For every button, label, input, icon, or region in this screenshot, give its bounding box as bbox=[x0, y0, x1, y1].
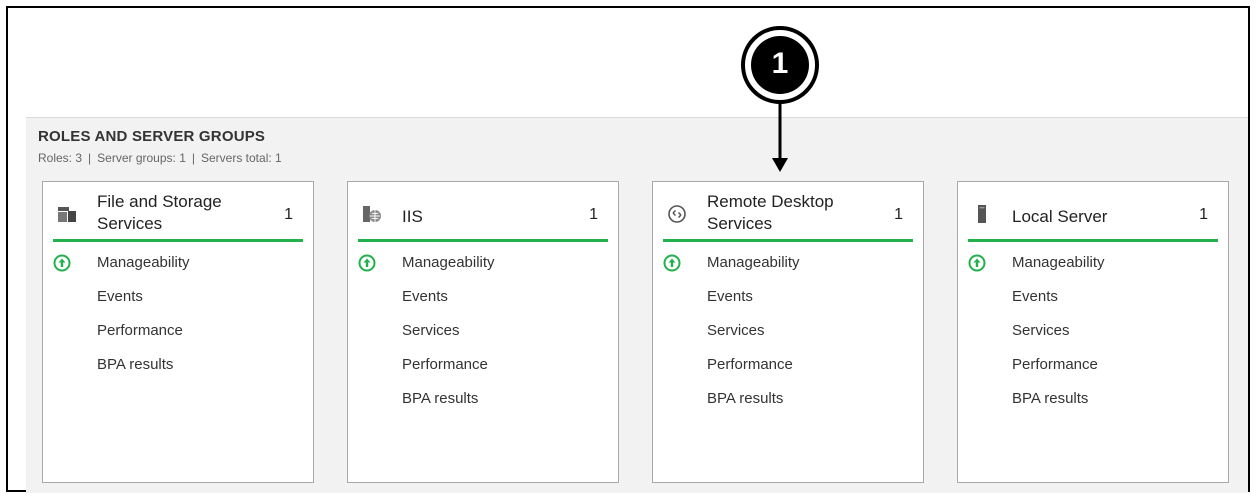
row-label[interactable]: Performance bbox=[97, 318, 183, 344]
tile-row-bpa-results[interactable]: BPA results bbox=[43, 352, 313, 386]
tile-title[interactable]: IIS bbox=[402, 206, 562, 228]
row-label[interactable]: Events bbox=[1012, 284, 1058, 310]
row-label[interactable]: Performance bbox=[707, 352, 793, 378]
tile-count[interactable]: 1 bbox=[894, 206, 903, 224]
tile-row-performance[interactable]: Performance bbox=[348, 352, 618, 386]
tile-count[interactable]: 1 bbox=[1199, 206, 1208, 224]
servers-total-count: Servers total: 1 bbox=[201, 151, 282, 165]
tile-row-bpa-results[interactable]: BPA results bbox=[958, 386, 1228, 420]
tile-row-manageability[interactable]: Manageability bbox=[43, 250, 313, 284]
server-groups-count: Server groups: 1 bbox=[97, 151, 186, 165]
row-label[interactable]: Manageability bbox=[97, 250, 190, 276]
tile-row-bpa-results[interactable]: BPA results bbox=[348, 386, 618, 420]
local-server-icon bbox=[978, 205, 986, 223]
row-label[interactable]: Services bbox=[1012, 318, 1070, 344]
section-title: ROLES AND SERVER GROUPS bbox=[38, 128, 266, 145]
tile-header[interactable]: File and Storage Services 1 bbox=[43, 182, 313, 242]
tile-row-services[interactable]: Services bbox=[348, 318, 618, 352]
row-label[interactable]: Manageability bbox=[1012, 250, 1105, 276]
roles-server-groups-panel: ROLES AND SERVER GROUPS Roles: 3 | Server … bbox=[26, 117, 1248, 493]
callout-badge: 1 bbox=[740, 25, 820, 105]
tile-row-services[interactable]: Services bbox=[653, 318, 923, 352]
tile-file-and-storage-services[interactable]: File and Storage Services 1 Manageabilit… bbox=[42, 181, 314, 483]
arrow-up-circle-icon bbox=[358, 254, 376, 272]
callout-arrow-icon bbox=[772, 100, 788, 172]
tile-remote-desktop-services[interactable]: Remote Desktop Services 1 Manageability … bbox=[652, 181, 924, 483]
tile-row-manageability[interactable]: Manageability bbox=[958, 250, 1228, 284]
roles-count: Roles: 3 bbox=[38, 151, 83, 165]
row-label[interactable]: Performance bbox=[402, 352, 488, 378]
tile-title[interactable]: Remote Desktop Services bbox=[707, 191, 867, 235]
tile-row-manageability[interactable]: Manageability bbox=[348, 250, 618, 284]
tile-row-events[interactable]: Events bbox=[43, 284, 313, 318]
tile-row-performance[interactable]: Performance bbox=[653, 352, 923, 386]
row-label[interactable]: Events bbox=[97, 284, 143, 310]
tile-count[interactable]: 1 bbox=[284, 206, 293, 224]
tile-row-events[interactable]: Events bbox=[653, 284, 923, 318]
summary-separator: | bbox=[191, 151, 195, 165]
tile-row-manageability[interactable]: Manageability bbox=[653, 250, 923, 284]
row-label[interactable]: Manageability bbox=[707, 250, 800, 276]
status-bar bbox=[358, 239, 608, 242]
tile-title[interactable]: Local Server bbox=[1012, 206, 1172, 228]
row-label[interactable]: Services bbox=[707, 318, 765, 344]
tile-row-performance[interactable]: Performance bbox=[958, 352, 1228, 386]
section-summary: Roles: 3 | Server groups: 1 | Servers total:… bbox=[38, 151, 282, 165]
row-label[interactable]: BPA results bbox=[1012, 386, 1088, 412]
status-bar bbox=[53, 239, 303, 242]
row-label[interactable]: Services bbox=[402, 318, 460, 344]
status-bar bbox=[968, 239, 1218, 242]
callout-number: 1 bbox=[771, 47, 789, 80]
tile-row-bpa-results[interactable]: BPA results bbox=[653, 386, 923, 420]
tile-title[interactable]: File and Storage Services bbox=[97, 191, 257, 235]
row-label[interactable]: BPA results bbox=[402, 386, 478, 412]
screenshot-frame: ROLES AND SERVER GROUPS Roles: 3 | Server … bbox=[6, 6, 1250, 493]
remote-desktop-icon bbox=[668, 205, 686, 223]
row-label[interactable]: BPA results bbox=[97, 352, 173, 378]
tile-count[interactable]: 1 bbox=[589, 206, 598, 224]
tile-row-performance[interactable]: Performance bbox=[43, 318, 313, 352]
status-bar bbox=[663, 239, 913, 242]
tile-row-events[interactable]: Events bbox=[348, 284, 618, 318]
arrow-up-circle-icon bbox=[968, 254, 986, 272]
row-label[interactable]: BPA results bbox=[707, 386, 783, 412]
iis-icon bbox=[363, 206, 381, 222]
row-label[interactable]: Events bbox=[707, 284, 753, 310]
arrow-up-circle-icon bbox=[53, 254, 71, 272]
arrow-up-circle-icon bbox=[663, 254, 681, 272]
tile-header[interactable]: Local Server 1 bbox=[958, 182, 1228, 242]
file-storage-icon bbox=[58, 207, 76, 222]
row-label[interactable]: Events bbox=[402, 284, 448, 310]
tile-header[interactable]: Remote Desktop Services 1 bbox=[653, 182, 923, 242]
tile-header[interactable]: IIS 1 bbox=[348, 182, 618, 242]
summary-separator: | bbox=[88, 151, 92, 165]
tile-local-server[interactable]: Local Server 1 Manageability Events Serv… bbox=[957, 181, 1229, 483]
row-label[interactable]: Performance bbox=[1012, 352, 1098, 378]
row-label[interactable]: Manageability bbox=[402, 250, 495, 276]
tile-iis[interactable]: IIS 1 Manageability Events Services Perf… bbox=[347, 181, 619, 483]
tile-row-services[interactable]: Services bbox=[958, 318, 1228, 352]
tile-row-events[interactable]: Events bbox=[958, 284, 1228, 318]
